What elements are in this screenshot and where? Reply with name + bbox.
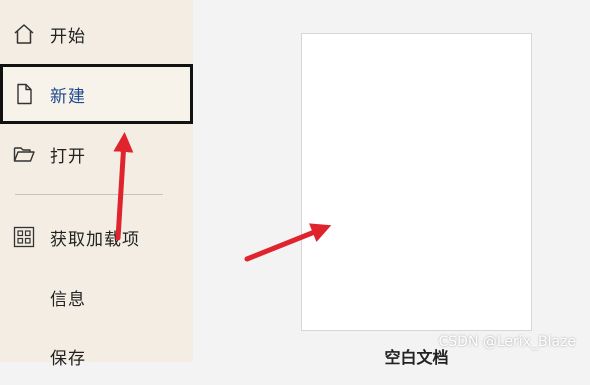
new-document-icon — [11, 81, 37, 107]
blank-document-template[interactable] — [301, 33, 532, 331]
sidebar-item-label: 获取加载项 — [50, 229, 140, 250]
add-ins-grid-icon — [11, 224, 37, 250]
new-document-pane: 空白文档 — [193, 0, 590, 367]
open-folder-icon — [11, 141, 37, 167]
watermark: CSDN @Lerix_Blaze — [438, 334, 577, 350]
sidebar-item-label: 开始 — [50, 26, 86, 47]
sidebar-item-info[interactable]: 信息 — [0, 268, 193, 326]
backstage-sidebar: 开始 新建 打开 获取加载项 信息 保存 — [0, 0, 193, 369]
home-icon — [11, 21, 37, 47]
sidebar-item-new[interactable]: 新建 — [0, 64, 193, 124]
sidebar-divider — [15, 194, 163, 195]
sidebar-item-label: 打开 — [50, 146, 86, 167]
sidebar-item-open[interactable]: 打开 — [0, 125, 193, 183]
sidebar-item-add-ins[interactable]: 获取加载项 — [0, 208, 193, 266]
sidebar-item-save[interactable]: 保存 — [0, 327, 193, 385]
sidebar-item-label: 新建 — [50, 86, 86, 107]
sidebar-item-home[interactable]: 开始 — [0, 5, 193, 63]
sidebar-item-label: 保存 — [50, 348, 86, 369]
sidebar-item-label: 信息 — [50, 289, 86, 310]
